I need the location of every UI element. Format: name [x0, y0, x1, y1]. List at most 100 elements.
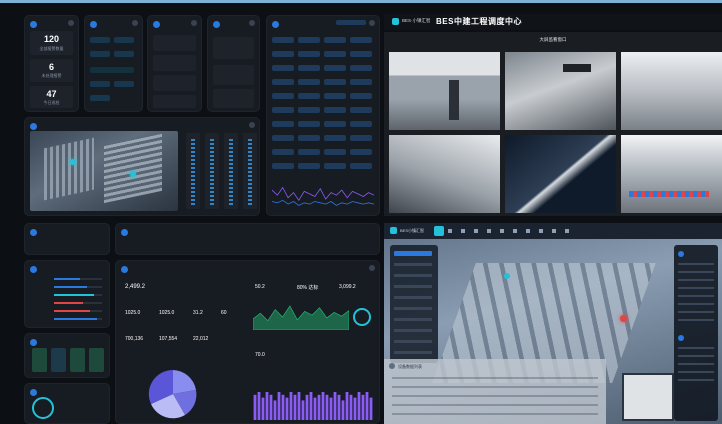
mini-camera[interactable]	[622, 373, 674, 421]
grid-chip[interactable]	[272, 93, 294, 99]
camera-feed[interactable]	[389, 135, 500, 213]
tab-toggle[interactable]	[336, 20, 366, 25]
grid-chip[interactable]	[324, 163, 346, 169]
map-marker[interactable]	[70, 159, 76, 165]
bar	[341, 400, 345, 420]
grid-chip[interactable]	[298, 163, 320, 169]
grid-chip[interactable]	[324, 93, 346, 99]
gauge-column	[186, 133, 200, 209]
device-chip[interactable]	[114, 51, 134, 57]
grid-chip[interactable]	[324, 135, 346, 141]
grid-chip[interactable]	[324, 65, 346, 71]
camera-feed[interactable]	[389, 52, 500, 130]
grid-chip[interactable]	[272, 51, 294, 57]
bar	[297, 392, 301, 420]
grid-chip[interactable]	[298, 149, 320, 155]
sensor-panel-header	[153, 20, 160, 28]
ring-panel-header	[30, 388, 37, 396]
table-title: 设备数据列表	[398, 364, 422, 369]
grid-chip[interactable]	[324, 37, 346, 43]
bar	[289, 392, 293, 420]
grid-chip[interactable]	[272, 135, 294, 141]
camera-feed[interactable]	[621, 135, 722, 213]
panel-icon	[30, 122, 37, 130]
grid-chip[interactable]	[350, 79, 372, 85]
alert-marker[interactable]	[620, 315, 627, 322]
grid-chip[interactable]	[298, 121, 320, 127]
bar	[369, 397, 373, 420]
close-icon[interactable]	[369, 20, 375, 26]
grid-chip[interactable]	[298, 65, 320, 71]
stat-a1: 2,499.2	[125, 284, 146, 290]
grid-chip[interactable]	[298, 135, 320, 141]
grid-chip[interactable]	[324, 107, 346, 113]
grid-chip[interactable]	[324, 149, 346, 155]
close-icon[interactable]	[191, 20, 197, 26]
grid-chip[interactable]	[324, 121, 346, 127]
device-chip[interactable]	[90, 37, 110, 43]
grid-chip[interactable]	[298, 51, 320, 57]
close-icon[interactable]	[68, 20, 74, 26]
menu-item-active[interactable]	[394, 251, 432, 256]
grid-chip[interactable]	[350, 51, 372, 57]
status-tile[interactable]	[89, 348, 104, 372]
grid-chip[interactable]	[272, 163, 294, 169]
map-logo-text: BES小镇汇智	[400, 228, 425, 233]
grid-chip[interactable]	[350, 121, 372, 127]
progress-fill	[54, 286, 87, 288]
device-chip[interactable]	[114, 81, 134, 87]
close-icon[interactable]	[132, 20, 138, 26]
bar	[313, 397, 317, 420]
menu-items[interactable]	[394, 263, 432, 359]
device-chip[interactable]	[90, 81, 110, 87]
close-icon[interactable]	[249, 20, 255, 26]
building-3d-view[interactable]	[30, 131, 178, 211]
camera-feed[interactable]	[505, 52, 616, 130]
grid-chip[interactable]	[272, 65, 294, 71]
dashboard-collage: 120 全部报警数量 6 未处理报警 47 今日巡检 2,499.2 1025.…	[0, 0, 722, 424]
device-chip[interactable]	[114, 37, 134, 43]
progress-fill	[54, 278, 80, 280]
grid-chip[interactable]	[298, 93, 320, 99]
grid-chip[interactable]	[272, 107, 294, 113]
grid-chip[interactable]	[272, 79, 294, 85]
stats-bar-left	[24, 223, 110, 255]
grid-chip[interactable]	[350, 135, 372, 141]
device-chip[interactable]	[90, 51, 110, 57]
grid-chip[interactable]	[350, 65, 372, 71]
close-icon[interactable]	[249, 122, 255, 128]
status-tile[interactable]	[32, 348, 47, 372]
percent-ring	[353, 308, 371, 326]
grid-chip[interactable]	[350, 163, 372, 169]
grid-chip[interactable]	[324, 51, 346, 57]
grid-chip[interactable]	[298, 79, 320, 85]
grid-chip[interactable]	[272, 121, 294, 127]
device-chip[interactable]	[90, 67, 134, 73]
grid-chip[interactable]	[350, 107, 372, 113]
gauge-column	[243, 133, 257, 209]
bar	[329, 397, 333, 420]
status-tile[interactable]	[51, 348, 66, 372]
camera-feed[interactable]	[621, 52, 722, 130]
grid-chip[interactable]	[298, 107, 320, 113]
grid-chip[interactable]	[350, 37, 372, 43]
grid-chip[interactable]	[324, 79, 346, 85]
trend-line-chart	[272, 186, 374, 206]
map-marker[interactable]	[504, 273, 510, 279]
close-icon[interactable]	[369, 265, 375, 271]
map-marker[interactable]	[130, 171, 136, 177]
grid-chip[interactable]	[350, 149, 372, 155]
bar	[365, 392, 369, 420]
grid-chip[interactable]	[272, 149, 294, 155]
grid-chip[interactable]	[350, 93, 372, 99]
grid-chip[interactable]	[298, 37, 320, 43]
camera-feed[interactable]	[505, 135, 616, 213]
data-grid-panel	[266, 15, 380, 216]
map-tab-active[interactable]	[434, 226, 444, 236]
map-tabs[interactable]	[448, 229, 578, 233]
status-tile[interactable]	[70, 348, 85, 372]
device-chip[interactable]	[90, 95, 110, 101]
bar-chart	[253, 392, 373, 420]
grid-chip[interactable]	[272, 37, 294, 43]
building-block	[104, 132, 162, 204]
